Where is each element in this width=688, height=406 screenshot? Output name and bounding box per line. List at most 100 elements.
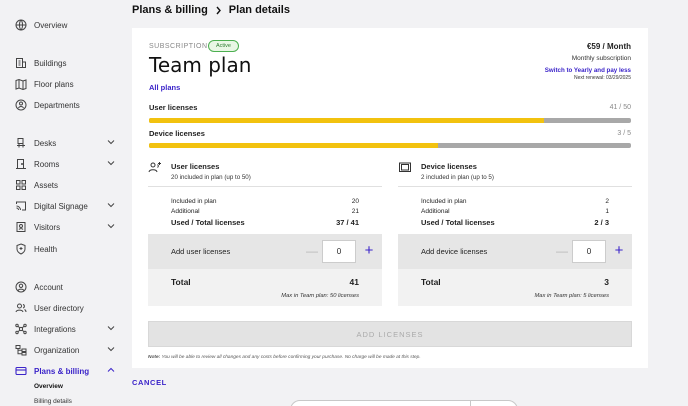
sidebar-item-label: Desks — [34, 138, 57, 148]
stat-value: 37 / 41 — [336, 218, 359, 227]
breadcrumb: Plans & billing Plan details — [132, 4, 290, 16]
user-licenses-quantity-input[interactable]: 0 — [322, 240, 356, 263]
chevron-down-icon[interactable] — [107, 324, 115, 332]
sidebar-item-buildings[interactable]: Buildings — [15, 54, 119, 72]
sidebar-item-overview[interactable]: Overview — [15, 16, 119, 34]
total-value: 41 — [349, 277, 359, 287]
sidebar-item-digital-signage[interactable]: Digital Signage — [15, 197, 119, 215]
all-plans-link[interactable]: All plans — [149, 83, 180, 92]
visitors-icon — [15, 221, 27, 233]
user-licenses-label: User licenses — [149, 103, 198, 112]
billing-period: Monthly subscription — [571, 55, 631, 62]
device-licenses-progress — [149, 143, 631, 148]
breadcrumb-root[interactable]: Plans & billing — [132, 4, 208, 16]
user-licenses-progress — [149, 118, 631, 123]
stat-row: Included in plan 2 — [421, 198, 609, 208]
add-device-licenses-box: Add device licenses — 0 + — [398, 234, 632, 269]
org-icon — [15, 344, 27, 356]
sidebar-item-desks[interactable]: Desks — [15, 134, 119, 152]
sidebar-item-label: Organization — [34, 345, 80, 355]
sidebar-item-label: Assets — [34, 180, 59, 190]
integrations-icon — [15, 323, 27, 335]
sidebar-item-label: Overview — [34, 20, 68, 30]
sidebar-item-departments[interactable]: Departments — [15, 96, 119, 114]
sidebar: Overview Buildings Floor plans Departmen… — [0, 0, 124, 406]
chevron-down-icon[interactable] — [107, 222, 115, 230]
note-text: You will be able to review all changes a… — [161, 355, 421, 360]
plan-card: SUBSCRIPTION Active Team plan All plans … — [132, 28, 648, 368]
map-icon — [15, 78, 27, 90]
stat-row: Used / Total licenses 2 / 3 — [421, 218, 609, 229]
device-licenses-quantity-input[interactable]: 0 — [572, 240, 606, 263]
users-icon — [15, 302, 27, 314]
chevron-down-icon[interactable] — [107, 345, 115, 353]
stat-label: Additional — [421, 208, 450, 215]
progress-fill — [149, 143, 439, 148]
sidebar-item-rooms[interactable]: Rooms — [15, 155, 119, 173]
purchase-note: Note: You will be able to review all cha… — [148, 355, 421, 360]
sidebar-item-floor-plans[interactable]: Floor plans — [15, 75, 119, 93]
sidebar-item-assets[interactable]: Assets — [15, 176, 119, 194]
sidebar-item-label: Integrations — [34, 324, 76, 334]
add-licenses-label: Add device licenses — [421, 247, 488, 256]
total-label: Total — [171, 277, 191, 287]
breadcrumb-current: Plan details — [228, 4, 290, 16]
sidebar-subitem-billing-details[interactable]: Billing details — [34, 398, 72, 405]
sidebar-item-health[interactable]: Health — [15, 240, 119, 258]
decrement-button[interactable]: — — [306, 244, 318, 258]
sidebar-item-user-directory[interactable]: User directory — [15, 299, 119, 317]
stat-value: 2 — [605, 198, 609, 205]
increment-button[interactable]: + — [612, 242, 626, 260]
stat-label: Used / Total licenses — [171, 218, 245, 227]
add-user-icon — [148, 162, 161, 173]
subscription-label: SUBSCRIPTION — [149, 43, 208, 50]
increment-button[interactable]: + — [362, 242, 376, 260]
license-stats: Included in plan 20 Additional 21 Used / T… — [171, 198, 359, 229]
stat-row: Additional 21 — [171, 208, 359, 218]
stat-label: Used / Total licenses — [421, 218, 495, 227]
stat-row: Additional 1 — [421, 208, 609, 218]
shield-icon — [15, 243, 27, 255]
stat-value: 21 — [351, 208, 359, 215]
device-icon — [399, 162, 411, 172]
sidebar-item-visitors[interactable]: Visitors — [15, 218, 119, 236]
floating-bar — [290, 400, 518, 406]
chevron-up-icon[interactable] — [107, 366, 115, 374]
chevron-down-icon[interactable] — [107, 138, 115, 146]
chevron-down-icon[interactable] — [107, 201, 115, 209]
progress-fill — [149, 118, 545, 123]
cancel-button[interactable]: CANCEL — [132, 378, 167, 387]
grid-icon — [15, 179, 27, 191]
sidebar-item-label: Buildings — [34, 58, 67, 68]
sidebar-item-label: Digital Signage — [34, 201, 88, 211]
sidebar-item-label: Plans & billing — [34, 366, 90, 376]
panel-subtitle: 20 included in plan (up to 50) — [171, 174, 251, 181]
divider — [470, 400, 471, 406]
desk-icon — [15, 137, 27, 149]
sidebar-item-plans-billing[interactable]: Plans & billing — [15, 362, 119, 380]
chevron-down-icon[interactable] — [107, 159, 115, 167]
add-user-licenses-box: Add user licenses — 0 + — [148, 234, 382, 269]
sidebar-item-organization[interactable]: Organization — [15, 341, 119, 359]
sidebar-item-label: User directory — [34, 303, 84, 313]
license-stats: Included in plan 2 Additional 1 Used / Tot… — [421, 198, 609, 229]
add-licenses-button[interactable]: ADD LICENSES — [148, 321, 632, 347]
sidebar-item-integrations[interactable]: Integrations — [15, 320, 119, 338]
max-licenses-note: Max in Team plan: 5 licenses — [534, 293, 609, 299]
sidebar-subitem-overview[interactable]: Overview — [34, 383, 63, 390]
panel-title: User licenses — [171, 162, 220, 171]
total-value: 3 — [604, 277, 609, 287]
plan-title: Team plan — [149, 53, 252, 77]
sidebar-item-label: Rooms — [34, 159, 60, 169]
decrement-button[interactable]: — — [556, 244, 568, 258]
building-icon — [15, 57, 27, 69]
switch-yearly-link[interactable]: Switch to Yearly and pay less — [545, 67, 631, 74]
sidebar-item-account[interactable]: Account — [15, 278, 119, 296]
panel-header: Device licenses 2 included in plan (up t… — [398, 158, 632, 188]
note-label: Note: — [148, 355, 161, 360]
total-label: Total — [421, 277, 441, 287]
panel-title: Device licenses — [421, 162, 477, 171]
panel-subtitle: 2 included in plan (up to 5) — [421, 174, 494, 181]
divider — [398, 186, 632, 187]
stat-value: 2 / 3 — [594, 218, 609, 227]
